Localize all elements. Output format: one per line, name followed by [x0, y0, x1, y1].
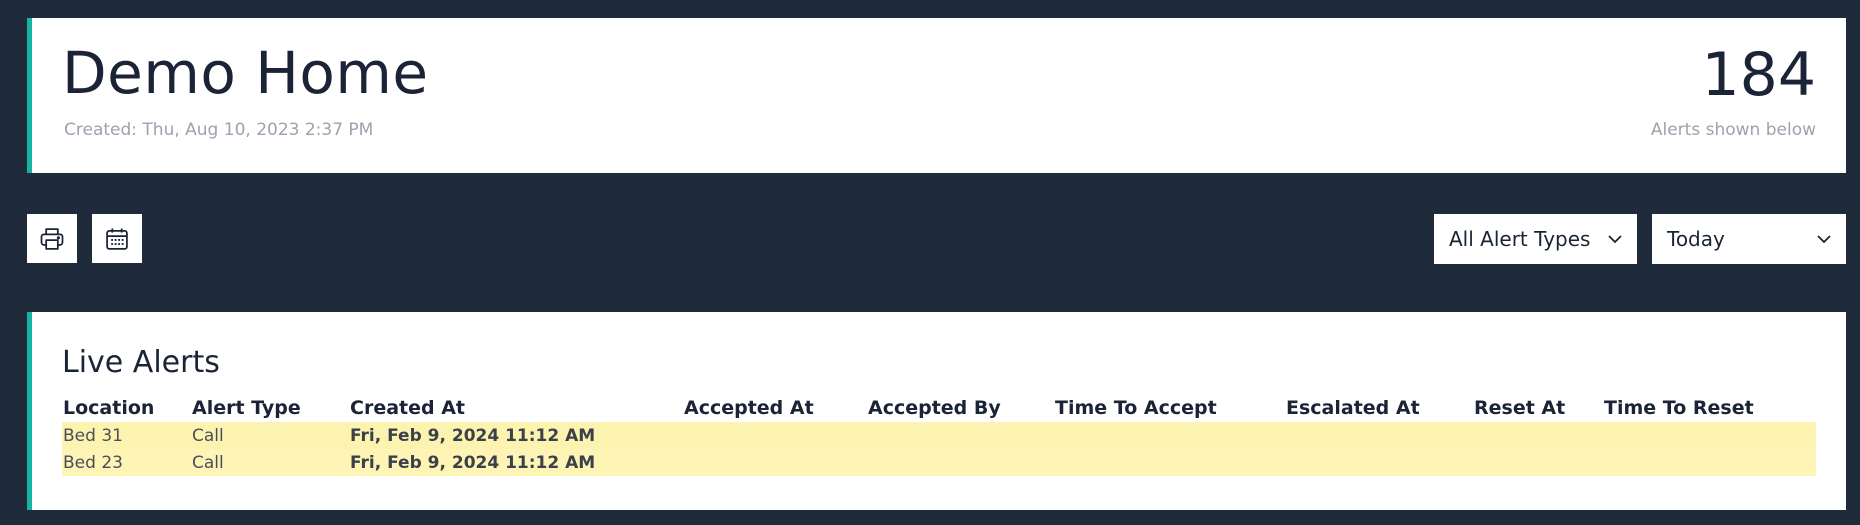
cell-time-to-accept — [1054, 422, 1285, 449]
cell-alert-type: Call — [191, 449, 349, 476]
cell-accepted-by — [867, 449, 1054, 476]
column-header-escalated-at[interactable]: Escalated At — [1285, 394, 1473, 422]
printer-icon — [40, 227, 64, 250]
table-row[interactable]: Bed 31 Call Fri, Feb 9, 2024 11:12 AM — [62, 422, 1816, 449]
cell-time-to-accept — [1054, 449, 1285, 476]
home-header-card: Demo Home Created: Thu, Aug 10, 2023 2:3… — [27, 18, 1846, 173]
column-header-alert-type[interactable]: Alert Type — [191, 394, 349, 422]
alert-type-select-value: All Alert Types — [1449, 227, 1591, 251]
column-header-reset-at[interactable]: Reset At — [1473, 394, 1603, 422]
cell-time-to-reset — [1603, 449, 1816, 476]
chevron-down-icon — [1608, 235, 1622, 244]
date-range-select-value: Today — [1667, 227, 1725, 251]
live-alerts-title: Live Alerts — [62, 345, 220, 380]
alert-count-caption: Alerts shown below — [1650, 120, 1816, 140]
cell-alert-type: Call — [191, 422, 349, 449]
created-timestamp: Created: Thu, Aug 10, 2023 2:37 PM — [64, 120, 374, 140]
chevron-down-icon — [1817, 235, 1831, 244]
page-title: Demo Home — [62, 39, 429, 107]
cell-created-at: Fri, Feb 9, 2024 11:12 AM — [349, 422, 683, 449]
cell-accepted-by — [867, 422, 1054, 449]
date-range-select[interactable]: Today — [1652, 214, 1846, 264]
alert-count: 184 — [1701, 40, 1816, 110]
cell-escalated-at — [1285, 449, 1473, 476]
print-button[interactable] — [27, 214, 77, 263]
cell-location: Bed 23 — [62, 449, 191, 476]
column-header-time-to-reset[interactable]: Time To Reset — [1603, 394, 1816, 422]
cell-reset-at — [1473, 422, 1603, 449]
column-header-time-to-accept[interactable]: Time To Accept — [1054, 394, 1285, 422]
calendar-icon — [106, 228, 128, 250]
cell-time-to-reset — [1603, 422, 1816, 449]
cell-accepted-at — [683, 449, 867, 476]
live-alerts-card: Live Alerts Location Alert Type Created … — [27, 312, 1846, 510]
calendar-button[interactable] — [92, 214, 142, 263]
table-row[interactable]: Bed 23 Call Fri, Feb 9, 2024 11:12 AM — [62, 449, 1816, 476]
column-header-accepted-by[interactable]: Accepted By — [867, 394, 1054, 422]
cell-escalated-at — [1285, 422, 1473, 449]
column-header-created-at[interactable]: Created At — [349, 394, 683, 422]
column-header-accepted-at[interactable]: Accepted At — [683, 394, 867, 422]
column-header-location[interactable]: Location — [62, 394, 191, 422]
cell-location: Bed 31 — [62, 422, 191, 449]
cell-created-at: Fri, Feb 9, 2024 11:12 AM — [349, 449, 683, 476]
live-alerts-table: Location Alert Type Created At Accepted … — [62, 394, 1816, 476]
table-header-row: Location Alert Type Created At Accepted … — [62, 394, 1816, 422]
cell-reset-at — [1473, 449, 1603, 476]
cell-accepted-at — [683, 422, 867, 449]
alert-type-select[interactable]: All Alert Types — [1434, 214, 1637, 264]
